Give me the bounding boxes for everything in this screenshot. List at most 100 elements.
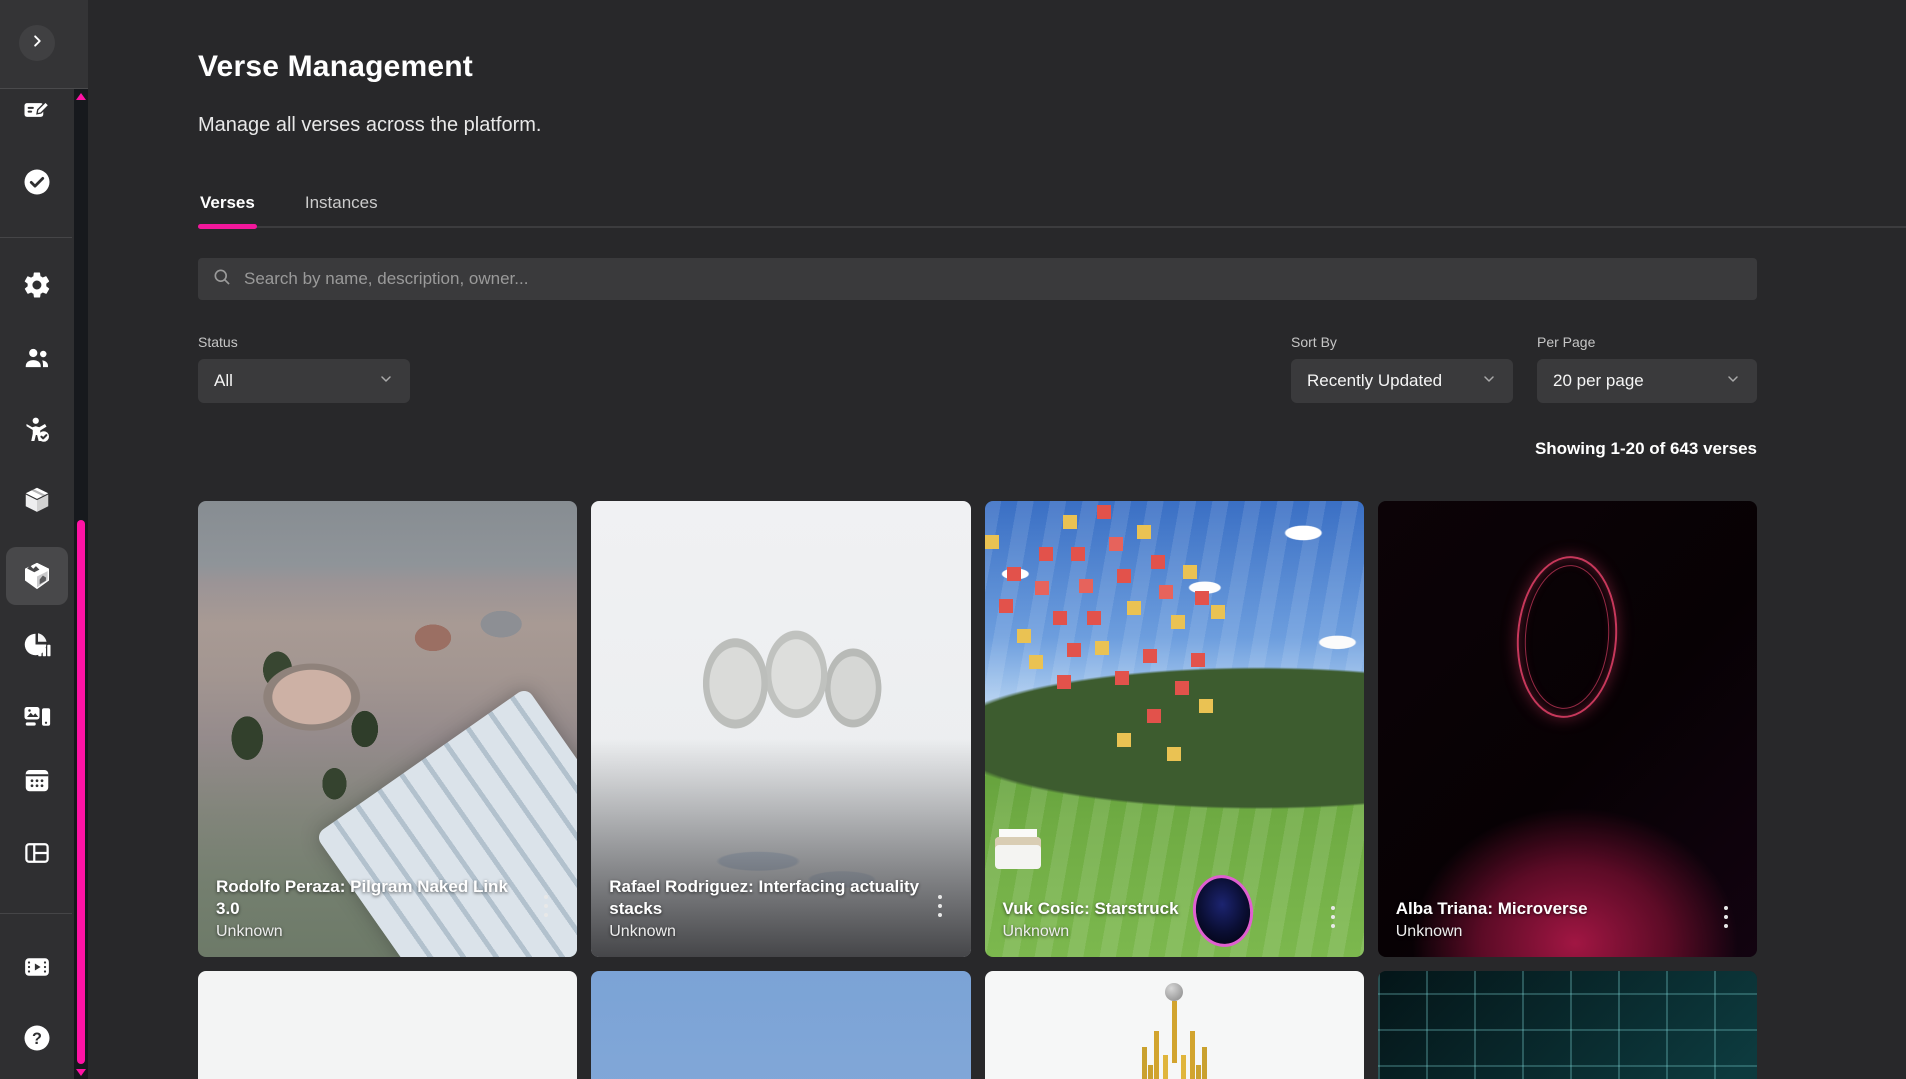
kebab-icon [543, 893, 549, 924]
tab-instances-label: Instances [305, 193, 378, 212]
devices-icon [22, 702, 52, 732]
help-icon: ? [22, 1023, 52, 1053]
verse-title: Vuk Cosic: Starstruck [1003, 898, 1320, 920]
search-input[interactable] [242, 268, 1743, 290]
sort-filter: Sort By Recently Updated [1291, 334, 1537, 403]
per-page-dropdown[interactable]: 20 per page [1537, 359, 1757, 403]
sidebar-item-settings[interactable] [6, 257, 68, 313]
status-dropdown[interactable]: All [198, 359, 410, 403]
scroll-up-arrow-icon[interactable] [76, 93, 86, 100]
page-title: Verse Management [198, 50, 1757, 84]
sidebar-header [0, 0, 88, 89]
card-text: Vuk Cosic: Starstruck Unknown [1003, 898, 1320, 941]
settings-gear-icon [22, 270, 52, 300]
verse-card[interactable] [591, 971, 970, 1079]
layout-panels-icon [22, 838, 52, 868]
card-menu-button[interactable] [1320, 905, 1346, 935]
card-info: Rafael Rodriguez: Interfacing actuality … [591, 862, 970, 957]
verse-card[interactable]: Alba Triana: Microverse Unknown [1378, 501, 1757, 957]
kebab-icon [1723, 904, 1729, 935]
svg-text:?: ? [32, 1030, 42, 1048]
chevron-down-icon [378, 371, 394, 392]
per-page-filter: Per Page 20 per page [1537, 334, 1757, 403]
verse-thumbnail [1378, 971, 1757, 1079]
card-menu-button[interactable] [1713, 905, 1739, 935]
sidebar-item-approvals[interactable] [6, 154, 68, 210]
tab-verses[interactable]: Verses [198, 193, 257, 226]
verse-card[interactable]: Rodolfo Peraza: Pilgram Naked Link 3.0 U… [198, 501, 577, 957]
verse-thumbnail [985, 971, 1364, 1079]
chevron-down-icon [1481, 371, 1497, 392]
verses-cube-icon [21, 560, 53, 592]
sidebar-item-calendar[interactable] [6, 752, 68, 808]
sidebar-item-verses[interactable] [6, 547, 68, 605]
scroll-down-arrow-icon[interactable] [76, 1069, 86, 1076]
status-label: Status [198, 334, 410, 350]
page-subtitle: Manage all verses across the platform. [198, 114, 1757, 137]
verse-owner: Unknown [1003, 923, 1320, 941]
card-text: Rafael Rodriguez: Interfacing actuality … [609, 876, 926, 941]
users-icon [22, 343, 52, 373]
card-text: Alba Triana: Microverse Unknown [1396, 898, 1713, 941]
sidebar-item-contact-card[interactable] [6, 82, 68, 138]
verse-title: Rafael Rodriguez: Interfacing actuality … [609, 876, 926, 920]
card-text: Rodolfo Peraza: Pilgram Naked Link 3.0 U… [216, 876, 533, 941]
verse-card-grid: Rodolfo Peraza: Pilgram Naked Link 3.0 U… [198, 501, 1757, 1079]
sidebar-divider [0, 237, 72, 238]
verse-card[interactable] [198, 971, 577, 1079]
sidebar-item-layouts[interactable] [6, 825, 68, 881]
analytics-pie-icon [22, 630, 52, 660]
kebab-icon [1330, 904, 1336, 935]
status-value: All [214, 371, 233, 391]
verse-owner: Unknown [216, 923, 533, 941]
card-info: Alba Triana: Microverse Unknown [1378, 884, 1757, 957]
thumb-decoration [995, 837, 1041, 869]
member-check-icon [22, 415, 52, 445]
verse-title: Alba Triana: Microverse [1396, 898, 1713, 920]
results-summary: Showing 1-20 of 643 verses [198, 439, 1757, 459]
verse-thumbnail [198, 971, 577, 1079]
thumb-decoration [1512, 553, 1623, 722]
verse-owner: Unknown [1396, 923, 1713, 941]
sidebar-item-members[interactable] [6, 402, 68, 458]
sidebar: ? [0, 0, 88, 1079]
filters-row: Status All Sort By Recently Updated [198, 334, 1757, 403]
check-circle-icon [22, 167, 52, 197]
kebab-icon [937, 893, 943, 924]
sidebar-scrollbar-track[interactable] [74, 89, 88, 1079]
app-window: ? Verse Management Manage all verses acr… [0, 0, 1906, 1079]
tab-instances[interactable]: Instances [303, 193, 380, 226]
media-player-icon [22, 952, 52, 982]
filters-right-group: Sort By Recently Updated Per Page 20 per… [1291, 334, 1757, 403]
calendar-icon [22, 765, 52, 795]
sort-dropdown[interactable]: Recently Updated [1291, 359, 1513, 403]
tab-bar: Verses Instances [198, 193, 1906, 228]
sidebar-item-devices[interactable] [6, 689, 68, 745]
card-info: Rodolfo Peraza: Pilgram Naked Link 3.0 U… [198, 862, 577, 957]
sidebar-item-media[interactable] [6, 939, 68, 995]
sidebar-item-analytics[interactable] [6, 617, 68, 673]
main-content: Verse Management Manage all verses acros… [88, 0, 1906, 1079]
chevron-right-icon [26, 30, 48, 57]
card-menu-button[interactable] [533, 894, 559, 924]
sort-value: Recently Updated [1307, 371, 1442, 391]
sidebar-expand-button[interactable] [19, 25, 55, 61]
sidebar-item-packages[interactable] [6, 472, 68, 528]
verse-card[interactable]: Rafael Rodriguez: Interfacing actuality … [591, 501, 970, 957]
sidebar-item-users[interactable] [6, 330, 68, 386]
verse-card[interactable] [1378, 971, 1757, 1079]
verse-owner: Unknown [609, 923, 926, 941]
per-page-label: Per Page [1537, 334, 1757, 350]
active-tab-underline [198, 224, 257, 229]
tab-verses-label: Verses [200, 193, 255, 212]
verse-card[interactable] [985, 971, 1364, 1079]
sort-label: Sort By [1291, 334, 1537, 350]
per-page-value: 20 per page [1553, 371, 1644, 391]
sidebar-item-help[interactable]: ? [6, 1010, 68, 1066]
contact-card-edit-icon [22, 95, 52, 125]
card-menu-button[interactable] [927, 894, 953, 924]
verse-card[interactable]: Vuk Cosic: Starstruck Unknown [985, 501, 1364, 957]
sidebar-scrollbar-thumb[interactable] [77, 520, 85, 1064]
verse-title: Rodolfo Peraza: Pilgram Naked Link 3.0 [216, 876, 533, 920]
package-box-icon [22, 485, 52, 515]
